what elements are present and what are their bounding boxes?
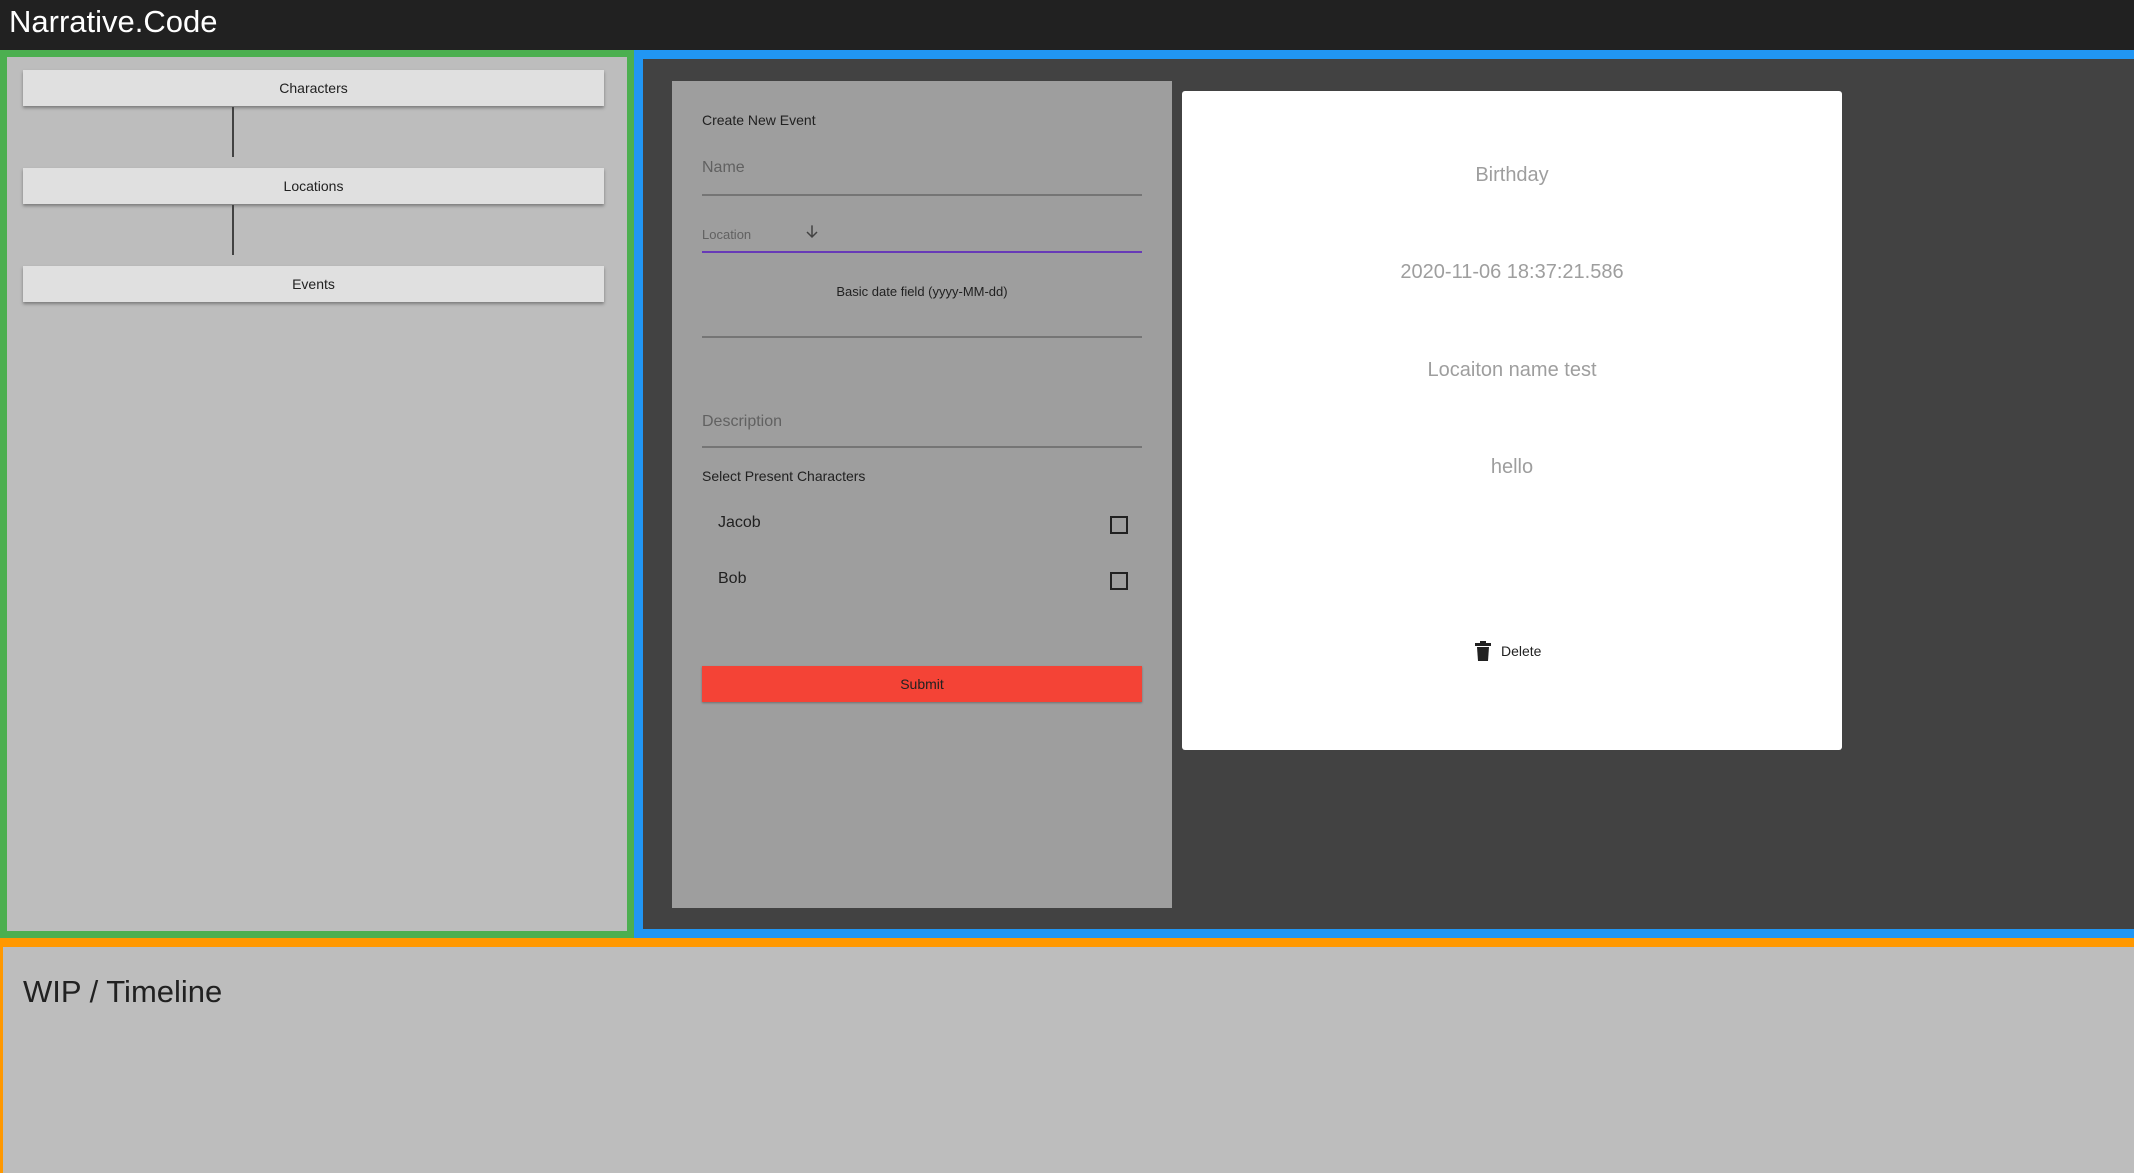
sidebar-panel: Characters Locations Events — [0, 50, 634, 938]
event-date: 2020-11-06 18:37:21.586 — [1400, 261, 1624, 283]
bob-checkbox[interactable] — [1110, 572, 1128, 590]
name-field-label: Name — [702, 159, 745, 176]
character-row: Jacob — [718, 509, 1128, 539]
nav-connector-line — [232, 107, 234, 157]
description-field[interactable]: Description — [702, 413, 1142, 448]
trash-icon — [1475, 641, 1491, 661]
delete-label: Delete — [1501, 643, 1542, 659]
submit-button[interactable]: Submit — [702, 666, 1142, 702]
form-title: Create New Event — [702, 112, 816, 128]
date-field[interactable] — [702, 303, 1142, 338]
create-event-form: Create New Event Name Location Basic dat… — [672, 81, 1172, 908]
event-card: Birthday 2020-11-06 18:37:21.586 Locaito… — [1182, 91, 1842, 750]
timeline-title: WIP / Timeline — [23, 974, 223, 1009]
locations-nav-button[interactable]: Locations — [23, 168, 604, 204]
character-row: Bob — [718, 565, 1128, 595]
main-panel: Create New Event Name Location Basic dat… — [634, 50, 2134, 938]
description-field-label: Description — [702, 413, 783, 430]
events-nav-button[interactable]: Events — [23, 266, 604, 302]
location-select[interactable]: Location — [702, 225, 1142, 253]
name-field[interactable]: Name — [702, 159, 1142, 196]
event-description: hello — [1490, 456, 1534, 478]
character-name: Jacob — [718, 514, 761, 531]
event-location: Locaiton name test — [1427, 359, 1597, 381]
app-title: Narrative.Code — [9, 4, 218, 39]
character-name: Bob — [718, 570, 747, 587]
characters-section-label: Select Present Characters — [702, 468, 866, 484]
location-select-label: Location — [702, 227, 752, 242]
characters-nav-button[interactable]: Characters — [23, 70, 604, 106]
nav-connector-line — [232, 205, 234, 255]
timeline-panel: WIP / Timeline — [0, 938, 2134, 1173]
jacob-checkbox[interactable] — [1110, 516, 1128, 534]
date-field-label: Basic date field (yyyy-MM-dd) — [836, 284, 1008, 299]
top-app-bar: Narrative.Code — [0, 0, 2134, 50]
event-name: Birthday — [1475, 164, 1549, 186]
arrow-down-icon — [806, 225, 818, 239]
delete-button[interactable]: Delete — [1475, 639, 1541, 663]
